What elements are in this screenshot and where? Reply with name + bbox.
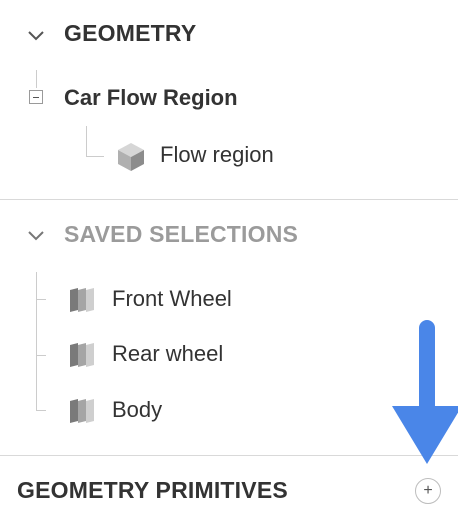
saved-selections-section-title[interactable]: SAVED SELECTIONS bbox=[64, 221, 298, 248]
tree-connector bbox=[36, 410, 46, 411]
tree-connector bbox=[36, 272, 37, 410]
selection-icon bbox=[70, 399, 94, 423]
geometry-primitives-section-title[interactable]: GEOMETRY PRIMITIVES bbox=[17, 477, 288, 504]
tree-connector bbox=[86, 126, 87, 156]
selection-icon bbox=[70, 288, 94, 312]
add-geometry-primitive-button[interactable]: + bbox=[415, 478, 441, 504]
annotation-arrow-icon bbox=[392, 320, 458, 464]
chevron-down-icon[interactable] bbox=[26, 28, 46, 42]
collapse-toggle[interactable] bbox=[29, 90, 43, 104]
tree-group-car-flow-region[interactable]: Car Flow Region bbox=[64, 85, 238, 111]
tree-connector bbox=[86, 156, 104, 157]
tree-item-flow-region[interactable]: Flow region bbox=[160, 142, 274, 168]
cube-icon bbox=[118, 143, 144, 171]
plus-icon: + bbox=[423, 482, 433, 499]
chevron-down-icon[interactable] bbox=[26, 228, 46, 242]
section-divider bbox=[0, 199, 458, 200]
geometry-section-title[interactable]: GEOMETRY bbox=[64, 20, 196, 47]
selection-item-front-wheel[interactable]: Front Wheel bbox=[112, 286, 232, 312]
selection-item-body[interactable]: Body bbox=[112, 397, 162, 423]
tree-connector bbox=[36, 355, 46, 356]
selection-item-rear-wheel[interactable]: Rear wheel bbox=[112, 341, 223, 367]
tree-connector bbox=[36, 70, 37, 88]
tree-connector bbox=[36, 299, 46, 300]
selection-icon bbox=[70, 343, 94, 367]
